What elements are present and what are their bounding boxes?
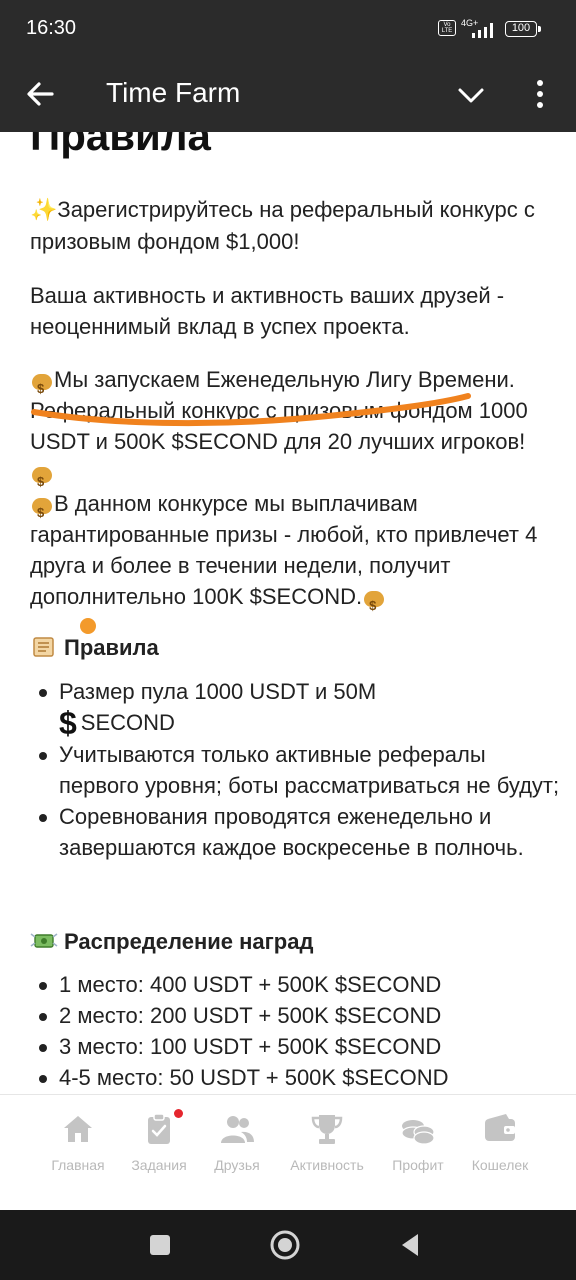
list-item: Соревнования проводятся еженедельно и за… <box>30 801 570 863</box>
nav-label: Задания <box>131 1157 187 1173</box>
sparkles-icon: ✨ <box>30 198 58 223</box>
battery-icon: 100 <box>505 21 541 37</box>
orange-dot-mark <box>80 618 96 634</box>
guarantee-text: В данном конкурсе мы выплачивам гарантир… <box>30 491 538 609</box>
status-bar: 16:30 Vo LTE 4G+ 100 <box>0 0 576 58</box>
money-wings-icon <box>30 933 58 948</box>
rewards-section-title: Распределение наград <box>30 929 313 955</box>
rewards-title-text: Распределение наград <box>64 929 314 954</box>
post-content: Правила ✨Зарегистрируйтесь на реферальны… <box>0 132 576 1094</box>
nav-label: Профит <box>392 1157 444 1173</box>
friends-icon <box>221 1116 254 1143</box>
nav-profit[interactable]: Профит <box>378 1111 458 1183</box>
nav-label: Активность <box>290 1157 364 1173</box>
home-icon <box>64 1116 92 1142</box>
nav-label: Главная <box>51 1157 105 1173</box>
intro-paragraph: ✨Зарегистрируйтесь на реферальный конкур… <box>30 194 550 257</box>
trophy-icon <box>311 1115 343 1144</box>
rules-list: Размер пула 1000 USDT и 50M $ SECOND Учиты… <box>30 676 570 863</box>
list-item: 3 место: 100 USDT + 500K $SECOND <box>30 1031 570 1062</box>
status-time: 16:30 <box>26 17 77 39</box>
money-bag-icon <box>30 368 54 404</box>
nav-label: Кошелек <box>471 1157 529 1173</box>
back-nav-button[interactable] <box>396 1230 426 1260</box>
handwritten-underline <box>31 393 471 427</box>
signal-icon <box>472 23 493 38</box>
list-item: 4-5 место: 50 USDT + 500K $SECOND <box>30 1062 570 1093</box>
recent-apps-button[interactable] <box>145 1230 175 1260</box>
notification-badge <box>174 1109 183 1118</box>
wallet-icon <box>485 1114 515 1141</box>
pool-suffix: SECOND <box>80 710 175 735</box>
pool-text: Размер пула 1000 USDT и 50M <box>59 679 377 704</box>
nav-home[interactable]: Главная <box>38 1111 118 1183</box>
nav-tasks[interactable]: Задания <box>119 1109 199 1183</box>
nav-friends[interactable]: Друзья <box>197 1111 277 1183</box>
chevron-down-icon[interactable] <box>454 78 488 112</box>
back-button[interactable] <box>22 76 58 112</box>
scroll-icon <box>33 637 54 657</box>
list-item: 2 место: 200 USDT + 500K $SECOND <box>30 1000 570 1031</box>
nav-label: Друзья <box>214 1157 260 1173</box>
nav-activity[interactable]: Активность <box>287 1111 367 1183</box>
rules-section-title: Правила <box>30 635 159 661</box>
guarantee-paragraph: В данном конкурсе мы выплачивам гарантир… <box>30 488 550 621</box>
page-title: Правила <box>30 132 211 159</box>
money-bag-icon <box>30 461 54 497</box>
rules-title-text: Правила <box>64 635 159 660</box>
intro-text: Зарегистрируйтесь на реферальный конкурс… <box>30 197 535 254</box>
money-bag-icon <box>362 585 386 621</box>
home-button[interactable] <box>270 1230 300 1260</box>
app-title: Time Farm <box>106 77 241 108</box>
money-bag-icon <box>30 492 54 528</box>
list-item: 1 место: 400 USDT + 500K $SECOND <box>30 969 570 1000</box>
dollar-icon: $ <box>59 705 77 741</box>
list-item: Учитываются только активные рефералы пер… <box>30 739 570 801</box>
nav-wallet[interactable]: Кошелек <box>460 1111 540 1183</box>
more-vertical-icon[interactable] <box>528 76 552 112</box>
bottom-navigation: Главная Задания Друзья Активность Профит… <box>0 1094 576 1210</box>
app-header: Time Farm <box>0 58 576 132</box>
activity-paragraph: Ваша активность и активность ваших друзе… <box>30 283 505 339</box>
coins-icon <box>401 1120 435 1145</box>
system-navigation-bar <box>0 1210 576 1280</box>
list-item: Размер пула 1000 USDT и 50M $ SECOND <box>30 676 570 739</box>
tasks-icon <box>148 1113 170 1144</box>
volte-icon: Vo LTE <box>438 20 456 36</box>
rewards-list: 1 место: 400 USDT + 500K $SECOND 2 место… <box>30 969 570 1093</box>
